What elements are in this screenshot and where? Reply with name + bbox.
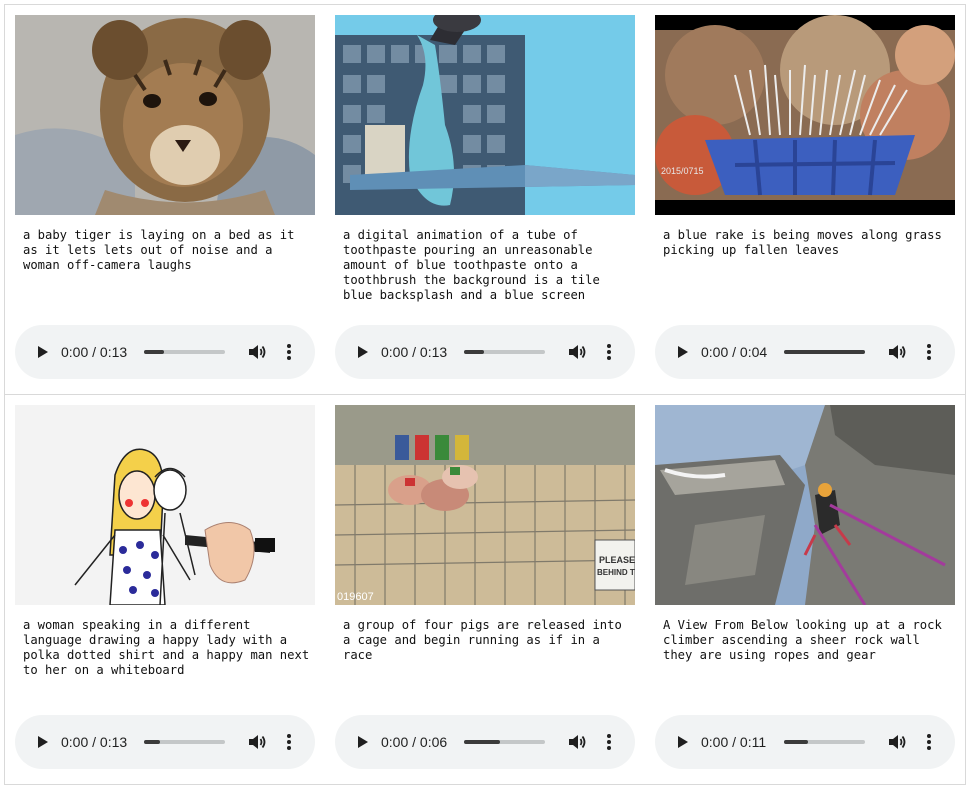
pigs-thumbnail-image: PLEASE BEHIND T 019607 xyxy=(335,405,635,605)
time-display: 0:00 / 0:04 xyxy=(701,344,768,360)
pigs-timestamp: 019607 xyxy=(337,591,374,603)
play-icon[interactable] xyxy=(674,344,690,360)
caption-text: a blue rake is being moves along grass p… xyxy=(663,228,942,257)
audio-player[interactable]: 0:00 / 0:13 xyxy=(15,715,315,769)
time-display: 0:00 / 0:06 xyxy=(381,734,448,750)
volume-icon[interactable] xyxy=(247,732,267,752)
seek-slider[interactable] xyxy=(144,350,225,354)
video-card-whiteboard: a woman speaking in a different language… xyxy=(15,405,315,775)
audio-player[interactable]: 0:00 / 0:13 xyxy=(335,325,635,379)
caption-text: a group of four pigs are released into a… xyxy=(343,618,622,662)
time-display: 0:00 / 0:13 xyxy=(61,734,128,750)
pigs-sign-text: PLEASE xyxy=(599,555,635,565)
seek-slider[interactable] xyxy=(784,350,865,354)
more-vert-icon[interactable] xyxy=(605,732,613,752)
volume-icon[interactable] xyxy=(887,342,907,362)
audio-player[interactable]: 0:00 / 0:13 xyxy=(15,325,315,379)
time-display: 0:00 / 0:13 xyxy=(381,344,448,360)
volume-icon[interactable] xyxy=(887,732,907,752)
video-card-toothpaste: a digital animation of a tube of toothpa… xyxy=(335,15,635,385)
caption-text: A View From Below looking up at a rock c… xyxy=(663,618,942,662)
seek-slider[interactable] xyxy=(784,740,865,744)
caption-text: a baby tiger is laying on a bed as it as… xyxy=(23,228,295,272)
thumbnail-toothpaste[interactable] xyxy=(335,15,635,215)
play-icon[interactable] xyxy=(354,344,370,360)
seek-progress xyxy=(144,740,161,744)
volume-icon[interactable] xyxy=(567,342,587,362)
volume-icon[interactable] xyxy=(247,342,267,362)
whiteboard-thumbnail-image xyxy=(15,405,315,605)
more-vert-icon[interactable] xyxy=(285,732,293,752)
play-icon[interactable] xyxy=(34,734,50,750)
row-divider xyxy=(4,394,966,395)
seek-progress xyxy=(784,350,865,354)
audio-player[interactable]: 0:00 / 0:04 xyxy=(655,325,955,379)
thumbnail-climber[interactable] xyxy=(655,405,955,605)
more-vert-icon[interactable] xyxy=(285,342,293,362)
time-display: 0:00 / 0:13 xyxy=(61,344,128,360)
volume-icon[interactable] xyxy=(567,732,587,752)
seek-slider[interactable] xyxy=(144,740,225,744)
audio-player[interactable]: 0:00 / 0:06 xyxy=(335,715,635,769)
thumbnail-tiger[interactable] xyxy=(15,15,315,215)
video-card-rake: a blue rake is being moves along grass p… xyxy=(655,15,955,385)
time-display: 0:00 / 0:11 xyxy=(701,734,767,750)
pigs-sign-text-2: BEHIND T xyxy=(597,568,635,577)
play-icon[interactable] xyxy=(354,734,370,750)
rake-thumbnail-image xyxy=(655,15,955,215)
seek-progress xyxy=(144,350,165,354)
play-icon[interactable] xyxy=(674,734,690,750)
seek-progress xyxy=(464,350,485,354)
video-card-tiger: a baby tiger is laying on a bed as it as… xyxy=(15,15,315,385)
seek-progress xyxy=(784,740,809,744)
more-vert-icon[interactable] xyxy=(925,342,933,362)
video-card-pigs: PLEASE BEHIND T 019607 a group of four p… xyxy=(335,405,635,775)
seek-slider[interactable] xyxy=(464,740,545,744)
seek-slider[interactable] xyxy=(464,350,545,354)
tiger-thumbnail-image xyxy=(15,15,315,215)
rake-timestamp: 2015/0715 xyxy=(661,166,704,176)
thumbnail-pigs[interactable]: PLEASE BEHIND T 019607 xyxy=(335,405,635,605)
video-card-climber: A View From Below looking up at a rock c… xyxy=(655,405,955,775)
thumbnail-whiteboard[interactable] xyxy=(15,405,315,605)
toothpaste-thumbnail-image xyxy=(335,15,635,215)
caption-text: a woman speaking in a different language… xyxy=(23,618,310,677)
climber-thumbnail-image xyxy=(655,405,955,605)
more-vert-icon[interactable] xyxy=(605,342,613,362)
play-icon[interactable] xyxy=(34,344,50,360)
seek-progress xyxy=(464,740,501,744)
more-vert-icon[interactable] xyxy=(925,732,933,752)
audio-player[interactable]: 0:00 / 0:11 xyxy=(655,715,955,769)
caption-text: a digital animation of a tube of toothpa… xyxy=(343,228,600,302)
thumbnail-rake[interactable] xyxy=(655,15,955,215)
